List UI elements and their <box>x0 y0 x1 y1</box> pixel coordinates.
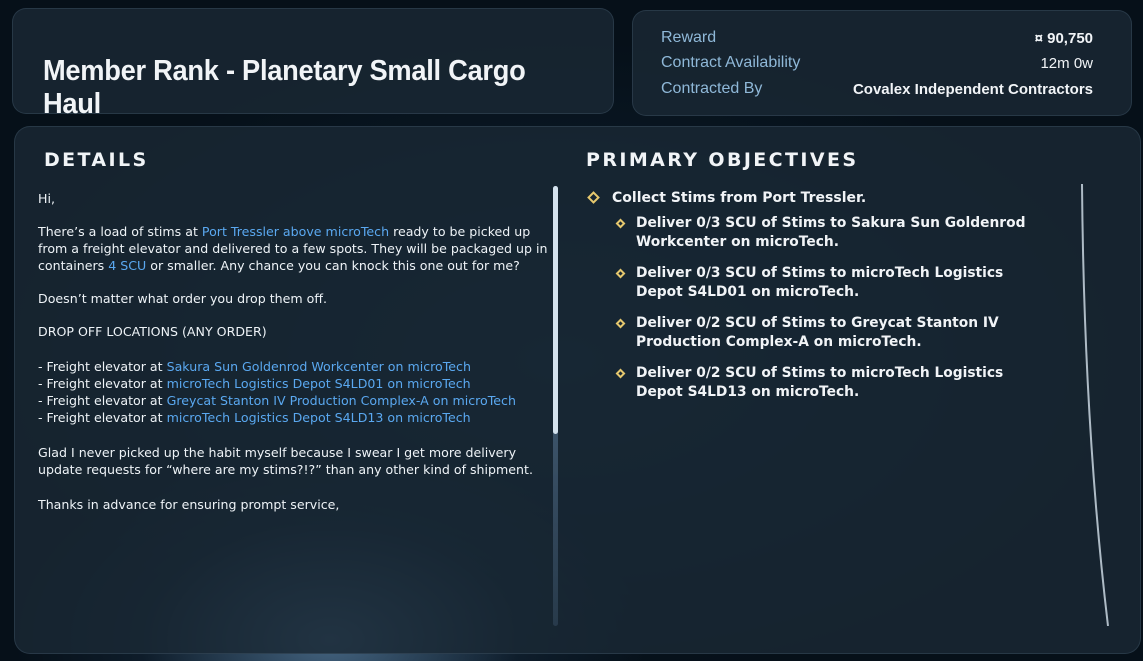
contracted-by-label: Contracted By <box>661 80 763 97</box>
details-body[interactable]: Hi, There’s a load of stims at Port Tres… <box>38 190 548 513</box>
drop-off-item: - Freight elevator at microTech Logistic… <box>38 376 471 391</box>
objective-main: Collect Stims from Port Tressler. <box>587 190 866 206</box>
reward-row: Reward ¤ 90,750 <box>661 27 1093 49</box>
drop-off-item: - Freight elevator at microTech Logistic… <box>38 410 471 425</box>
details-paragraph-2: Doesn’t matter what order you drop them … <box>38 291 328 306</box>
contract-title-panel: Member Rank - Planetary Small Cargo Haul <box>12 8 614 120</box>
scu-size-highlight: 4 SCU <box>108 258 147 273</box>
drop-location-link: microTech Logistics Depot S4LD01 on micr… <box>166 376 471 391</box>
contracted-by-value: Covalex Independent Contractors <box>852 80 1093 98</box>
objective-sub: Deliver 0/2 SCU of Stims to microTech Lo… <box>614 364 1044 402</box>
location-link-port-tressler: Port Tressler above microTech <box>201 224 390 239</box>
drop-location-link: microTech Logistics Depot S4LD13 on micr… <box>166 410 471 425</box>
reward-value: ¤ 90,750 <box>1034 29 1093 47</box>
drop-off-heading: DROP OFF LOCATIONS (ANY ORDER) <box>38 324 267 339</box>
objective-sub: Deliver 0/3 SCU of Stims to microTech Lo… <box>614 264 1044 302</box>
details-sign-off: Thanks in advance for ensuring prompt se… <box>38 497 340 512</box>
reward-label: Reward <box>661 29 717 46</box>
drop-off-item: - Freight elevator at Greycat Stanton IV… <box>38 393 516 408</box>
availability-label: Contract Availability <box>661 54 801 71</box>
objectives-heading: PRIMARY OBJECTIVES <box>586 149 859 171</box>
availability-value: 12m 0w <box>1040 54 1093 72</box>
objective-sub: Deliver 0/2 SCU of Stims to Greycat Stan… <box>614 314 1044 352</box>
details-paragraph-1: There’s a load of stims at Port Tressler… <box>38 224 548 273</box>
details-paragraph-4: Glad I never picked up the habit myself … <box>38 445 533 477</box>
details-greeting: Hi, <box>38 191 55 206</box>
drop-location-link: Sakura Sun Goldenrod Workcenter on micro… <box>166 359 471 374</box>
availability-row: Contract Availability 12m 0w <box>661 52 1093 74</box>
contracted-by-row: Contracted By Covalex Independent Contra… <box>661 78 1093 100</box>
drop-off-item: - Freight elevator at Sakura Sun Goldenr… <box>38 359 471 374</box>
details-heading: DETAILS <box>44 149 149 171</box>
objective-sub: Deliver 0/3 SCU of Stims to Sakura Sun G… <box>614 214 1044 252</box>
objectives-scrollbar-line <box>1081 184 1109 626</box>
drop-location-link: Greycat Stanton IV Production Complex-A … <box>166 393 516 408</box>
details-scrollbar-thumb[interactable] <box>553 186 558 434</box>
contract-info-panel: Reward ¤ 90,750 Contract Availability 12… <box>632 10 1132 116</box>
contract-title: Member Rank - Planetary Small Cargo Haul <box>43 55 526 120</box>
